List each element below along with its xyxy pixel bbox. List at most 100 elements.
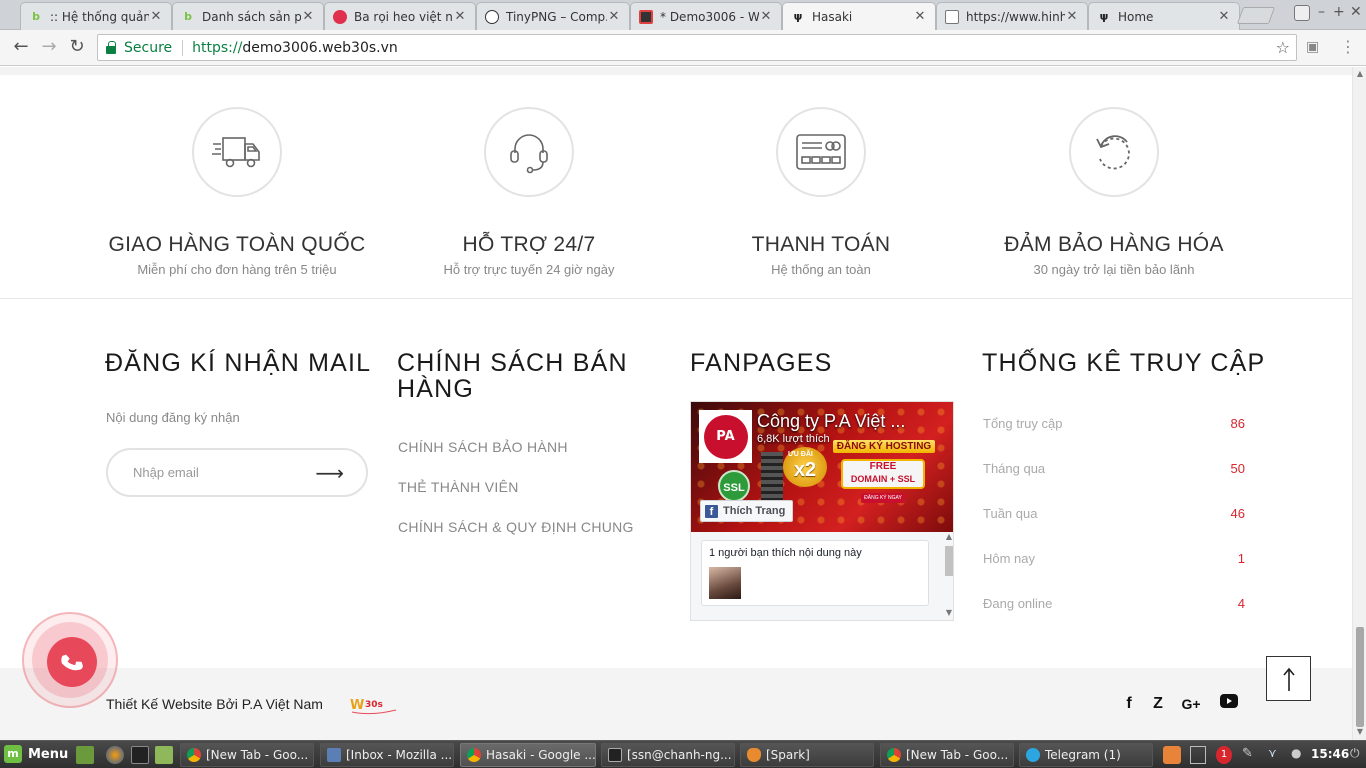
network-icon[interactable]: ⋎ xyxy=(1268,746,1284,764)
pa-logo-icon: PA xyxy=(703,414,748,459)
browser-tab-strip: b :: Hệ thống quản... ✕ b Danh sách sản … xyxy=(0,0,1366,30)
user-icon[interactable]: ● xyxy=(1291,746,1305,764)
taskbar-task[interactable]: [New Tab - Goo... xyxy=(180,743,314,767)
scroll-down-icon[interactable]: ▼ xyxy=(944,608,953,617)
chrome-icon xyxy=(467,748,481,762)
feature-title: HỖ TRỢ 24/7 xyxy=(462,233,596,256)
scroll-down-icon[interactable]: ▼ xyxy=(1355,727,1365,736)
address-bar[interactable]: Secure https://demo3006.web30s.vn ☆ xyxy=(97,34,1297,61)
friend-avatar[interactable] xyxy=(709,567,741,599)
back-arrow-icon[interactable]: ← xyxy=(10,36,32,58)
page-logo[interactable]: PA xyxy=(699,410,752,463)
footer-credit: Thiết Kế Website Bởi P.A Việt Nam xyxy=(106,696,323,712)
linux-mint-icon: m xyxy=(4,745,22,763)
tray-flame-icon[interactable] xyxy=(1163,746,1181,764)
start-menu-button[interactable]: m Menu xyxy=(4,745,68,763)
new-tab-button[interactable] xyxy=(1236,7,1276,24)
taskbar-task[interactable]: [Inbox - Mozilla ... xyxy=(320,743,454,767)
task-label: [Spark] xyxy=(766,748,810,762)
newsletter-description: Nội dung đăng ký nhận xyxy=(106,410,240,425)
browser-tab[interactable]: Ba rọi heo việt n... ✕ xyxy=(324,2,476,30)
facebook-icon[interactable]: f xyxy=(1118,693,1140,715)
power-icon[interactable]: ⏻ xyxy=(1350,746,1364,764)
scroll-thumb[interactable] xyxy=(945,546,953,576)
fb-like-button-label: Thích Trang xyxy=(723,505,786,517)
chrome-icon xyxy=(187,748,201,762)
minimize-icon[interactable]: – xyxy=(1318,4,1325,20)
ad-multiplier: x2 xyxy=(793,459,817,481)
browser-tab[interactable]: * Demo3006 - W... ✕ xyxy=(630,2,782,30)
close-window-icon[interactable]: ✕ xyxy=(1350,4,1362,20)
close-tab-icon[interactable]: ✕ xyxy=(453,9,467,24)
arrow-right-icon[interactable]: ⟶ xyxy=(315,463,344,483)
facebook-icon: f xyxy=(705,504,718,518)
zalo-icon[interactable]: Z xyxy=(1147,693,1169,715)
fb-like-page-button[interactable]: f Thích Trang xyxy=(700,500,794,522)
close-tab-icon[interactable]: ✕ xyxy=(301,9,315,24)
back-to-top-button[interactable] xyxy=(1266,656,1311,701)
taskbar-task-active[interactable]: Hasaki - Google ... xyxy=(460,743,596,767)
taskbar-task[interactable]: [New Tab - Goo... xyxy=(880,743,1014,767)
svg-text:W: W xyxy=(350,698,364,713)
browser-tab[interactable]: b :: Hệ thống quản... ✕ xyxy=(20,2,172,30)
show-desktop-icon[interactable] xyxy=(76,746,94,764)
maximize-icon[interactable]: + xyxy=(1333,4,1345,20)
taskbar-task[interactable]: Telegram (1) xyxy=(1019,743,1153,767)
scroll-up-icon[interactable]: ▲ xyxy=(1355,69,1365,78)
scroll-thumb[interactable] xyxy=(1356,627,1364,727)
close-tab-icon[interactable]: ✕ xyxy=(1217,9,1231,24)
fb-feed[interactable]: 1 người bạn thích nội dung này ▲ ▼ xyxy=(691,532,953,620)
call-button[interactable] xyxy=(22,612,118,708)
browser-toolbar: ← → ↻ Secure https://demo3006.web30s.vn … xyxy=(0,30,1366,66)
credit-card-icon xyxy=(776,107,866,197)
browser-tab[interactable]: https://www.hinh... ✕ xyxy=(936,2,1088,30)
browser-tab[interactable]: TinyPNG – Comp... ✕ xyxy=(476,2,630,30)
policy-link-membership[interactable]: THẺ THÀNH VIÊN xyxy=(398,479,519,495)
policy-link-warranty[interactable]: CHÍNH SÁCH BẢO HÀNH xyxy=(398,439,568,455)
terminal-icon[interactable] xyxy=(131,746,149,764)
notification-badge[interactable]: 1 xyxy=(1216,746,1232,764)
facebook-cover-banner[interactable]: PA Công ty P.A Việt ... 6,8K lượt thích … xyxy=(691,402,953,532)
profile-icon[interactable] xyxy=(1294,5,1310,21)
url-host: demo3006.web30s.vn xyxy=(242,39,398,56)
task-label: [ssn@chanh-ng... xyxy=(627,748,732,762)
pen-icon[interactable]: ✎ xyxy=(1242,746,1258,764)
tray-window-icon[interactable] xyxy=(1190,746,1206,764)
ad-free-line: DOMAIN + SSL xyxy=(850,474,916,484)
system-clock: 15:46 xyxy=(1311,747,1350,761)
close-tab-icon[interactable]: ✕ xyxy=(913,9,927,24)
youtube-icon[interactable] xyxy=(1218,693,1240,715)
browser-tab[interactable]: ψ Home ✕ xyxy=(1088,2,1240,30)
scroll-up-icon[interactable]: ▲ xyxy=(944,532,953,541)
browser-tab[interactable]: b Danh sách sản p... ✕ xyxy=(172,2,324,30)
red-circle-icon xyxy=(333,9,347,24)
forward-arrow-icon[interactable]: → xyxy=(38,36,60,58)
bookmark-star-icon[interactable]: ☆ xyxy=(1276,38,1290,57)
taskbar-task[interactable]: [ssn@chanh-ng... xyxy=(601,743,735,767)
web30s-logo[interactable]: W 30s xyxy=(350,695,398,715)
reload-icon[interactable]: ↻ xyxy=(66,36,88,58)
stat-label: Tổng truy cập xyxy=(983,416,1063,431)
close-tab-icon[interactable]: ✕ xyxy=(1065,9,1079,24)
firefox-icon[interactable] xyxy=(106,746,124,764)
lock-icon xyxy=(106,40,116,54)
browser-tab-active[interactable]: ψ Hasaki ✕ xyxy=(782,2,936,30)
facebook-page-widget[interactable]: PA Công ty P.A Việt ... 6,8K lượt thích … xyxy=(690,401,954,621)
fb-page-name[interactable]: Công ty P.A Việt ... xyxy=(757,411,905,432)
camera-icon[interactable]: ▣ xyxy=(1306,39,1319,55)
stat-value: 50 xyxy=(1230,461,1245,476)
close-tab-icon[interactable]: ✕ xyxy=(607,9,621,24)
google-plus-icon[interactable]: G+ xyxy=(1180,693,1202,715)
email-input[interactable] xyxy=(133,465,303,480)
page-scrollbar[interactable]: ▲ ▼ xyxy=(1352,67,1366,740)
tab-title: :: Hệ thống quản... xyxy=(50,9,149,24)
close-tab-icon[interactable]: ✕ xyxy=(759,9,773,24)
taskbar-task[interactable]: [Spark] xyxy=(740,743,874,767)
policy-link-general[interactable]: CHÍNH SÁCH & QUY ĐỊNH CHUNG xyxy=(398,519,634,535)
stat-label: Tuần qua xyxy=(983,506,1038,521)
folder-icon[interactable] xyxy=(155,746,173,764)
close-tab-icon[interactable]: ✕ xyxy=(149,9,163,24)
menu-dots-icon[interactable]: ⋮ xyxy=(1340,37,1356,56)
fb-scrollbar[interactable]: ▲ ▼ xyxy=(944,532,953,618)
feature-subtitle: 30 ngày trở lại tiền bảo lãnh xyxy=(1033,262,1195,277)
